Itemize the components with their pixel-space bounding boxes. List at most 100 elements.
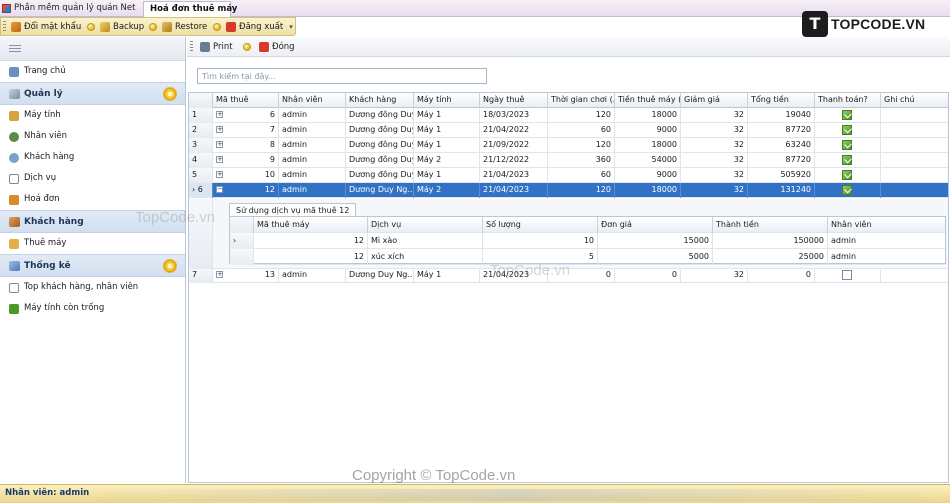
nav-item-computers[interactable]: Máy tính: [0, 105, 185, 126]
table-row[interactable]: 5 +10 admin Dương đông Duy Máy 1 21/04/2023 60…: [189, 168, 948, 183]
detail-row-indicator[interactable]: ›: [230, 233, 254, 249]
column-header[interactable]: Thanh toán?: [815, 93, 881, 108]
column-header[interactable]: Mã thuê: [213, 93, 279, 108]
table-row[interactable]: 2 +7 admin Dương đông Duy Máy 1 21/04/2022 60 9…: [189, 123, 948, 138]
collapse-icon[interactable]: −: [216, 186, 223, 193]
table-cell[interactable]: 32: [681, 268, 748, 283]
payment-checkbox[interactable]: [842, 125, 852, 135]
table-cell[interactable]: 87720: [748, 123, 815, 138]
backup-button[interactable]: Backup: [99, 20, 144, 34]
detail-column-header[interactable]: Nhân viên: [828, 217, 945, 233]
table-cell[interactable]: 60: [548, 123, 615, 138]
table-cell[interactable]: 87720: [748, 153, 815, 168]
table-cell[interactable]: Máy 1: [414, 138, 480, 153]
detail-cell[interactable]: admin: [828, 249, 945, 265]
table-row[interactable]: 3 +8 admin Dương đông Duy Máy 1 21/09/2022 120…: [189, 138, 948, 153]
table-cell[interactable]: [881, 123, 948, 138]
content-toolbar-grip-icon[interactable]: [190, 41, 193, 53]
column-header[interactable]: Khách hàng: [346, 93, 414, 108]
logout-button[interactable]: Đăng xuất: [225, 20, 283, 34]
row-indicator[interactable]: › 6: [189, 183, 213, 198]
table-cell[interactable]: Dương đông Duy: [346, 138, 414, 153]
table-cell[interactable]: Máy 1: [414, 268, 480, 283]
detail-cell[interactable]: 150000: [713, 233, 828, 249]
table-cell[interactable]: Máy 1: [414, 108, 480, 123]
table-cell[interactable]: 120: [548, 183, 615, 198]
table-cell[interactable]: 505920: [748, 168, 815, 183]
table-cell[interactable]: Dương đông Duy: [346, 153, 414, 168]
table-cell[interactable]: +9: [213, 153, 279, 168]
column-header[interactable]: Thời gian chơi (...: [548, 93, 615, 108]
table-cell[interactable]: 21/04/2023: [480, 268, 548, 283]
table-cell[interactable]: 32: [681, 153, 748, 168]
table-cell[interactable]: 120: [548, 138, 615, 153]
table-cell[interactable]: [881, 138, 948, 153]
detail-column-header[interactable]: Mã thuê máy: [254, 217, 368, 233]
nav-item-staff[interactable]: Nhân viên: [0, 126, 185, 147]
detail-column-header[interactable]: Số lượng: [483, 217, 598, 233]
nav-item-invoices[interactable]: Hoá đơn: [0, 189, 185, 210]
column-header[interactable]: Tiền thuê máy (...: [615, 93, 681, 108]
table-cell[interactable]: 21/04/2023: [480, 183, 548, 198]
detail-column-header[interactable]: Thành tiền: [713, 217, 828, 233]
detail-tab[interactable]: Sử dụng dịch vụ mã thuê 12: [229, 203, 357, 217]
print-button[interactable]: Print: [199, 40, 233, 54]
table-cell[interactable]: admin: [279, 138, 346, 153]
table-cell[interactable]: admin: [279, 183, 346, 198]
close-button[interactable]: Đóng: [258, 40, 295, 54]
detail-cell[interactable]: 12: [254, 233, 368, 249]
table-cell[interactable]: Máy 1: [414, 168, 480, 183]
nav-item-customers[interactable]: Khách hàng: [0, 147, 185, 168]
table-cell[interactable]: 0: [748, 268, 815, 283]
row-indicator[interactable]: 3: [189, 138, 213, 153]
table-cell[interactable]: 32: [681, 183, 748, 198]
table-cell[interactable]: 21/04/2023: [480, 168, 548, 183]
table-cell[interactable]: Máy 2: [414, 183, 480, 198]
table-cell[interactable]: 18000: [615, 183, 681, 198]
table-cell[interactable]: Dương đông Duy: [346, 123, 414, 138]
nav-item-free-computers[interactable]: Máy tính còn trống: [0, 298, 185, 319]
table-cell[interactable]: 120: [548, 108, 615, 123]
expand-icon[interactable]: +: [216, 156, 223, 163]
table-cell[interactable]: 32: [681, 123, 748, 138]
expand-icon[interactable]: +: [216, 111, 223, 118]
nav-item-top-customers[interactable]: Top khách hàng, nhân viên: [0, 277, 185, 298]
table-cell[interactable]: +10: [213, 168, 279, 183]
detail-cell[interactable]: admin: [828, 233, 945, 249]
change-password-button[interactable]: Đổi mật khẩu: [10, 20, 81, 34]
detail-cell[interactable]: 10: [483, 233, 598, 249]
collapse-gear-icon[interactable]: [164, 88, 176, 100]
nav-group-management[interactable]: Quản lý: [0, 82, 185, 105]
detail-row[interactable]: › 12 Mì xào 10 15000 150000 admin: [230, 233, 945, 249]
table-cell[interactable]: 0: [615, 268, 681, 283]
payment-checkbox[interactable]: [842, 270, 852, 280]
detail-row[interactable]: 12 xúc xích 5 5000 25000 admin: [230, 249, 945, 265]
nav-group-customers[interactable]: Khách hàng: [0, 210, 185, 233]
toolbar-grip-icon[interactable]: [3, 21, 6, 33]
table-cell[interactable]: +8: [213, 138, 279, 153]
table-cell[interactable]: 18000: [615, 138, 681, 153]
table-cell[interactable]: [881, 108, 948, 123]
payment-checkbox[interactable]: [842, 185, 852, 195]
column-header[interactable]: Ngày thuê: [480, 93, 548, 108]
column-header[interactable]: Nhân viên: [279, 93, 346, 108]
table-cell[interactable]: [881, 268, 948, 283]
nav-item-services[interactable]: Dịch vụ: [0, 168, 185, 189]
table-cell[interactable]: 60: [548, 168, 615, 183]
table-cell[interactable]: +7: [213, 123, 279, 138]
nav-item-home[interactable]: Trang chủ: [0, 61, 185, 82]
table-cell[interactable]: admin: [279, 168, 346, 183]
restore-button[interactable]: Restore: [161, 20, 207, 34]
table-cell[interactable]: Máy 2: [414, 153, 480, 168]
detail-column-header[interactable]: Đơn giá: [598, 217, 713, 233]
column-header[interactable]: Máy tính: [414, 93, 480, 108]
table-cell[interactable]: 18/03/2023: [480, 108, 548, 123]
payment-checkbox[interactable]: [842, 170, 852, 180]
search-input[interactable]: [197, 68, 487, 84]
table-cell[interactable]: 63240: [748, 138, 815, 153]
table-cell[interactable]: [815, 183, 881, 198]
row-indicator[interactable]: 4: [189, 153, 213, 168]
table-cell[interactable]: [881, 153, 948, 168]
table-cell[interactable]: 9000: [615, 123, 681, 138]
hamburger-menu-icon[interactable]: [9, 45, 21, 53]
